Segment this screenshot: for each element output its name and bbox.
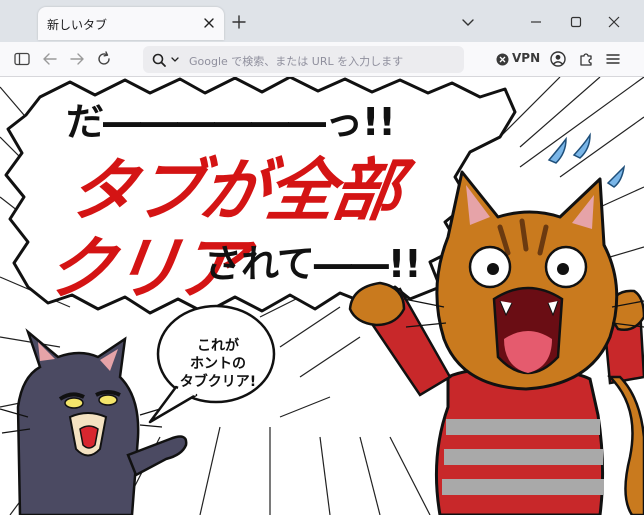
menu-icon[interactable] [603, 49, 623, 69]
headline-line-3-black: されて――!! [204, 242, 422, 286]
close-icon[interactable] [201, 15, 217, 31]
new-tab-page-wallpaper: だ――――――っ!! タブが全部 クリア されて――!! これが ホントの タブ… [0, 77, 644, 515]
chevron-down-icon[interactable] [458, 12, 478, 32]
sidebar-icon[interactable] [12, 49, 32, 69]
minimize-icon[interactable] [522, 10, 550, 34]
vpn-label: VPN [512, 51, 541, 65]
address-placeholder: Google で検索、または URL を入力します [189, 55, 404, 68]
reload-icon[interactable] [94, 49, 114, 69]
navigation-toolbar: Google で検索、または URL を入力します VPN [0, 42, 644, 77]
plus-icon[interactable] [229, 12, 249, 32]
small-bubble-line-3: タブクリア! [179, 374, 257, 390]
maximize-icon[interactable] [562, 10, 590, 34]
address-bar[interactable]: Google で検索、または URL を入力します [143, 46, 464, 73]
small-bubble-text: これが ホントの タブクリア! [168, 337, 268, 391]
browser-window: 新しいタブ Google で検索、または URL を入力します VPN だ―――… [0, 0, 644, 515]
tab-title: 新しいタブ [47, 18, 108, 32]
forward-arrow-icon[interactable] [67, 49, 87, 69]
close-icon[interactable] [600, 10, 628, 34]
sweat-drops-icon [547, 132, 626, 188]
extensions-icon[interactable] [576, 49, 596, 69]
small-bubble-line-1: これが [197, 338, 239, 354]
account-icon[interactable] [548, 49, 568, 69]
title-bar: 新しいタブ [0, 0, 644, 42]
vpn-icon [496, 53, 509, 66]
small-bubble-line-2: ホントの [190, 356, 246, 372]
tab-new-tab[interactable]: 新しいタブ [38, 7, 224, 40]
search-icon[interactable] [149, 50, 183, 70]
back-arrow-icon[interactable] [40, 49, 60, 69]
